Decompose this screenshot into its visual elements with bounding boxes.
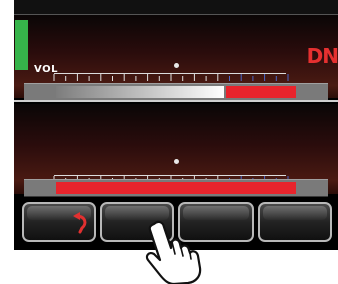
top-status-strip xyxy=(14,0,338,15)
volume-fill xyxy=(56,86,224,98)
mode-indicator: DN xyxy=(306,44,338,68)
panel-divider xyxy=(14,100,338,102)
volume-bar[interactable] xyxy=(24,83,328,101)
lower-level-fill xyxy=(56,182,296,194)
soft-key-1[interactable] xyxy=(22,202,96,242)
volume-over-segment xyxy=(226,86,296,98)
soft-key-4[interactable] xyxy=(258,202,332,242)
signal-level-meter xyxy=(15,20,28,70)
volume-scale-ticks xyxy=(53,74,289,81)
volume-position-dot xyxy=(174,63,179,68)
lower-level-bar[interactable] xyxy=(24,179,328,197)
back-arrow-icon xyxy=(73,212,87,234)
lower-position-dot xyxy=(174,159,179,164)
radio-display: DN VOL xyxy=(14,0,338,250)
tap-hand-icon xyxy=(145,220,202,284)
